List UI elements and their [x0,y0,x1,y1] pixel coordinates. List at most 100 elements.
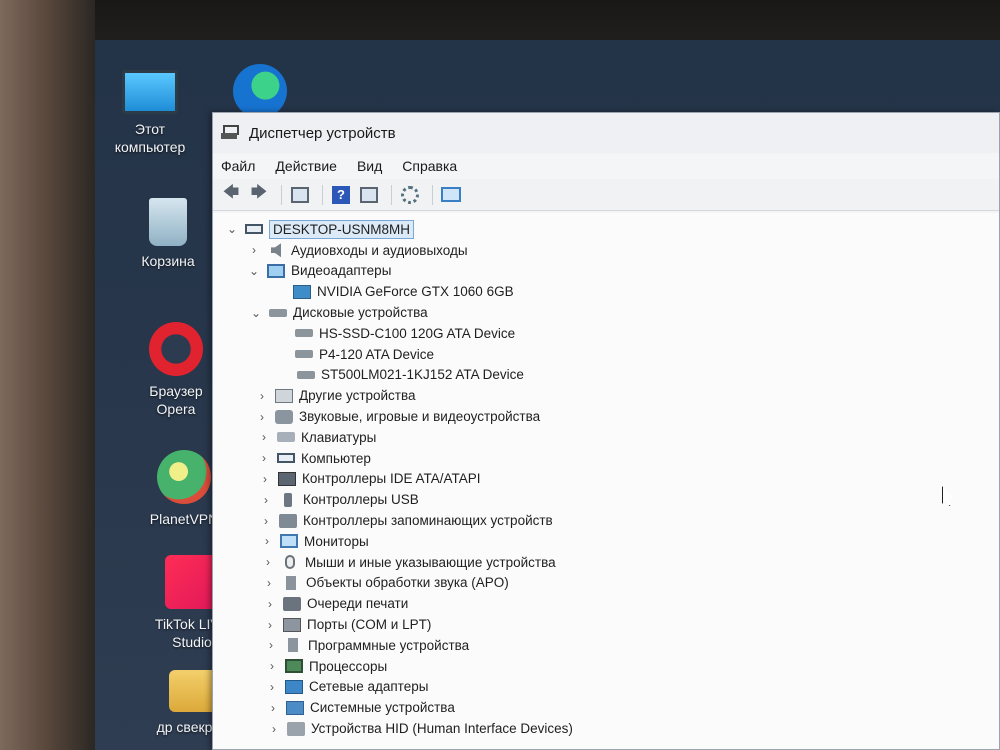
back-button[interactable]: 🡄 [219,184,243,206]
system-device-icon [286,700,304,715]
tree-item-label: Объекты обработки звука (APO) [306,575,509,591]
tree-item-disk-drives[interactable]: ⌄ Дисковые устройства [223,302,999,323]
view-button[interactable] [357,184,381,206]
planetvpn-icon [157,450,211,504]
computer-icon [277,453,295,464]
chevron-right-icon[interactable]: › [263,680,281,694]
tree-item-label: Компьютер [301,450,371,466]
tree-child-disk[interactable]: ST500LM021-1KJ152 ATA Device [223,365,999,386]
toolbar-separator [281,184,282,205]
chevron-right-icon[interactable]: › [261,618,279,632]
toolbar: 🡄 🡆 ? [213,179,999,211]
disk-icon [295,329,313,338]
tree-item-sound-devices[interactable]: › Звуковые, игровые и видеоустройства [223,406,999,427]
desktop-icon-opera[interactable]: Браузер Opera [131,322,221,418]
chevron-right-icon[interactable]: › [264,701,282,715]
chevron-right-icon[interactable]: › [253,410,271,424]
firmware-icon [288,638,298,653]
forward-button[interactable]: 🡆 [247,184,271,206]
tree-item-monitors[interactable]: › Мониторы [223,531,999,552]
desktop-icon-this-pc[interactable]: Этот компьютер [105,70,195,156]
port-icon [283,617,301,632]
screen-bezel-left [0,0,95,750]
chevron-right-icon[interactable]: › [245,243,263,257]
tree-child-gpu[interactable]: NVIDIA GeForce GTX 1060 6GB [223,281,999,302]
opera-icon [149,322,203,376]
tree-child-disk[interactable]: HS-SSD-C100 120G ATA Device [223,323,999,344]
chevron-right-icon[interactable]: › [260,576,278,590]
chevron-right-icon[interactable]: › [258,534,276,548]
tree-child-label: NVIDIA GeForce GTX 1060 6GB [317,284,514,300]
tree-item-network-adapters[interactable]: › Сетевые адаптеры [223,677,999,698]
network-adapter-icon [285,679,303,694]
tree-child-label: HS-SSD-C100 120G ATA Device [319,325,516,341]
chevron-right-icon[interactable]: › [261,597,279,611]
desktop-icon-label: Корзина [141,253,195,269]
tree-item-ide-controllers[interactable]: › Контроллеры IDE ATA/ATAPI [223,469,999,490]
menu-action[interactable]: Действие [275,158,337,174]
update-driver-button[interactable] [398,184,422,206]
chevron-down-icon[interactable]: ⌄ [245,264,263,278]
tree-child-label: P4-120 ATA Device [319,346,435,362]
tree-item-display-adapters[interactable]: ⌄ Видеоадаптеры [223,261,999,282]
desktop-icon-recycle-bin[interactable]: Корзина [123,198,213,270]
speaker-icon [271,243,281,258]
chevron-right-icon[interactable]: › [255,451,273,465]
tree-item-processors[interactable]: › Процессоры [223,656,999,677]
menu-view[interactable]: Вид [357,158,382,174]
chevron-down-icon[interactable]: ⌄ [223,222,241,236]
tree-item-label: Звуковые, игровые и видеоустройства [299,409,541,425]
apo-icon [286,575,296,590]
keyboard-icon [277,432,295,443]
tree-item-system-devices[interactable]: › Системные устройства [223,697,999,718]
chevron-right-icon[interactable]: › [257,493,275,507]
tree-item-keyboards[interactable]: › Клавиатуры [223,427,999,448]
tree-item-audio-io[interactable]: › Аудиовходы и аудиовыходы [223,240,999,261]
sound-icon [275,409,293,424]
tree-item-label: Программные устройства [308,637,470,653]
cpu-icon [285,659,303,674]
tree-item-usb-controllers[interactable]: › Контроллеры USB [223,489,999,510]
chevron-right-icon[interactable]: › [259,555,277,569]
tree-item-mice[interactable]: › Мыши и иные указывающие устройства [223,552,999,573]
chevron-right-icon[interactable]: › [256,472,274,486]
tree-item-label: Системные устройства [310,700,455,716]
printer-icon [283,596,301,611]
help-button[interactable]: ? [329,184,353,206]
device-tree: ⌄ DESKTOP-USNM8MH › Аудиовходы и аудиовы… [213,213,999,749]
tree-item-storage-controllers[interactable]: › Контроллеры запоминающих устройств [223,510,999,531]
chevron-right-icon[interactable]: › [255,430,273,444]
tree-item-other-devices[interactable]: › Другие устройства [223,385,999,406]
menu-file[interactable]: Файл [221,158,255,174]
chevron-down-icon[interactable]: ⌄ [247,306,265,320]
tree-item-software-devices[interactable]: › Программные устройства [223,635,999,656]
chevron-right-icon[interactable]: › [263,659,281,673]
title-bar[interactable]: Диспетчер устройств [213,113,999,153]
monitor-icon [280,534,298,549]
tree-item-label: Процессоры [309,658,388,674]
back-arrow-icon: 🡄 [222,184,240,201]
chevron-right-icon[interactable]: › [265,722,283,736]
computer-icon [122,70,178,114]
tree-item-hid[interactable]: › Устройства HID (Human Interface Device… [223,718,999,739]
tree-item-label: Дисковые устройства [293,305,428,321]
menu-help[interactable]: Справка [402,158,457,174]
forward-arrow-icon: 🡆 [250,184,268,201]
tree-child-disk[interactable]: P4-120 ATA Device [223,344,999,365]
scan-hardware-button[interactable] [439,184,463,206]
window-title: Диспетчер устройств [249,124,396,142]
chevron-right-icon[interactable]: › [257,514,275,528]
chevron-right-icon[interactable]: › [262,638,280,652]
tree-item-label: Контроллеры USB [303,492,419,508]
chevron-right-icon[interactable]: › [253,389,271,403]
tree-item-apo[interactable]: › Объекты обработки звука (APO) [223,573,999,594]
tree-item-ports[interactable]: › Порты (COM и LPT) [223,614,999,635]
tree-item-print-queues[interactable]: › Очереди печати [223,593,999,614]
tree-item-label: Мыши и иные указывающие устройства [305,554,556,570]
properties-button[interactable] [288,184,312,206]
tree-root[interactable]: ⌄ DESKTOP-USNM8MH [223,219,999,240]
desktop-icon-label: PlanetVPN [149,511,219,527]
edge-icon [233,64,287,118]
tree-item-computer[interactable]: › Компьютер [223,448,999,469]
toolbar-separator [322,184,323,205]
